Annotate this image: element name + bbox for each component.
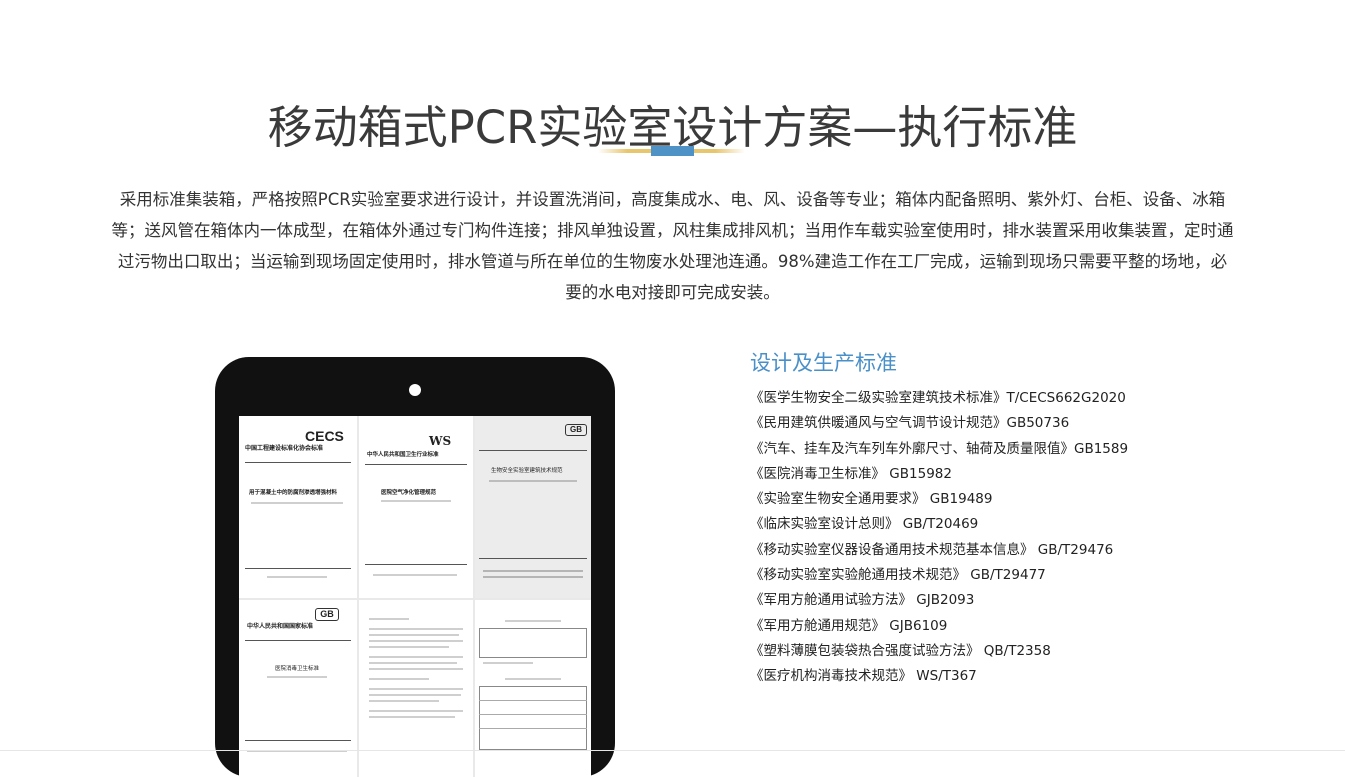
gb-subtitle-line [489, 480, 577, 482]
standards-list: 《医学生物安全二级实验室建筑技术标准》T/CECS662G2020 《民用建筑供… [750, 386, 1270, 690]
table-row-rule [479, 728, 587, 729]
ws-subtitle-line [381, 500, 451, 502]
gb-date-rule [479, 558, 587, 559]
text-line [369, 634, 459, 636]
ws-foot-line [373, 574, 457, 576]
standard-item: 《汽车、挂车及汽车列车外廓尺寸、轴荷及质量限值》GB1589 [750, 440, 1129, 457]
cecs-org: 中国工程建设标准化协会标准 [245, 445, 324, 452]
document-table-2 [479, 686, 587, 750]
standard-item: 《移动实验室实验舱通用技术规范》 GB/T29477 [750, 567, 1046, 584]
standard-document-ws: WS 中华人民共和国卫生行业标准 医院空气净化管理规范 [359, 416, 473, 598]
ws-logo: WS [429, 434, 452, 448]
gb2-rule [245, 640, 351, 641]
cecs-title: 用于混凝土中的防腐剂渗透增强材料 [249, 490, 338, 496]
gb2-foot-rule [245, 740, 351, 741]
ws-org: 中华人民共和国卫生行业标准 [367, 452, 439, 458]
cecs-logo: CECS [305, 428, 344, 444]
gb-badge: GB [565, 424, 587, 436]
gb2-badge: GB [315, 608, 339, 621]
cecs-subtitle-line [251, 502, 343, 504]
standards-panel: 设计及生产标准 《医学生物安全二级实验室建筑技术标准》T/CECS662G202… [750, 346, 1270, 690]
bottom-rule [0, 750, 1345, 751]
standard-item: 《军用方舱通用试验方法》 GJB2093 [750, 592, 975, 609]
ws-rule [365, 464, 467, 465]
standard-item: 《移动实验室仪器设备通用技术规范基本信息》 GB/T29476 [750, 541, 1114, 558]
text-line [483, 662, 533, 664]
gb-title: 生物安全实验室建筑技术规范 [491, 468, 563, 474]
divider-center-block [651, 146, 694, 156]
gb2-title: 医院消毒卫生标准 [275, 666, 320, 672]
gb-rule [479, 450, 587, 451]
text-line [369, 688, 463, 690]
table-row-rule [479, 700, 587, 701]
standard-item: 《临床实验室设计总则》 GB/T20469 [750, 516, 979, 533]
text-line [369, 678, 429, 680]
standards-title: 设计及生产标准 [750, 351, 897, 375]
tablet-screen: CECS 中国工程建设标准化协会标准 用于混凝土中的防腐剂渗透增强材料 WS 中… [239, 416, 591, 777]
standard-item: 《医院消毒卫生标准》 GB15982 [750, 465, 952, 482]
text-line [505, 620, 561, 622]
gb2-org: 中华人民共和国国家标准 [247, 623, 314, 630]
intro-paragraph: 采用标准集装箱，严格按照PCR实验室要求进行设计，并设置洗消间，高度集成水、电、… [111, 190, 1234, 302]
standard-item: 《民用建筑供暖通风与空气调节设计规范》GB50736 [750, 415, 1070, 432]
text-line [369, 640, 463, 642]
gb-foot-line-2 [483, 576, 583, 578]
cecs-rule [245, 462, 351, 463]
cecs-foot-rule [245, 568, 351, 569]
standard-item: 《军用方舱通用规范》 GJB6109 [750, 617, 948, 634]
text-line [369, 668, 463, 670]
tablet-camera [409, 384, 421, 396]
tablet-device: CECS 中国工程建设标准化协会标准 用于混凝土中的防腐剂渗透增强材料 WS 中… [215, 357, 615, 777]
standard-item: 《实验室生物安全通用要求》 GB19489 [750, 491, 993, 508]
table-row-rule [479, 714, 587, 715]
gb2-subtitle-line [267, 676, 327, 678]
text-line [369, 646, 449, 648]
ws-title: 医院空气净化管理规范 [381, 490, 437, 496]
text-line [369, 716, 455, 718]
text-line [369, 700, 439, 702]
ws-foot-rule [365, 564, 467, 565]
standard-item: 《医学生物安全二级实验室建筑技术标准》T/CECS662G2020 [750, 390, 1126, 406]
standard-document-cecs: CECS 中国工程建设标准化协会标准 用于混凝土中的防腐剂渗透增强材料 [239, 416, 357, 598]
text-line [369, 710, 463, 712]
text-line [505, 678, 561, 680]
text-line [369, 618, 409, 620]
standard-item: 《医疗机构消毒技术规范》 WS/T367 [750, 668, 977, 685]
text-line [369, 694, 461, 696]
document-table-1 [479, 628, 587, 658]
gb-foot-line-1 [483, 570, 583, 572]
text-line [369, 662, 457, 664]
text-line [369, 656, 463, 658]
text-line [369, 628, 463, 630]
cecs-foot-line [267, 576, 327, 578]
standard-item: 《塑料薄膜包装袋热合强度试验方法》 QB/T2358 [750, 642, 1051, 659]
title-divider [598, 146, 745, 156]
standard-document-gb: GB 生物安全实验室建筑技术规范 [475, 416, 591, 598]
